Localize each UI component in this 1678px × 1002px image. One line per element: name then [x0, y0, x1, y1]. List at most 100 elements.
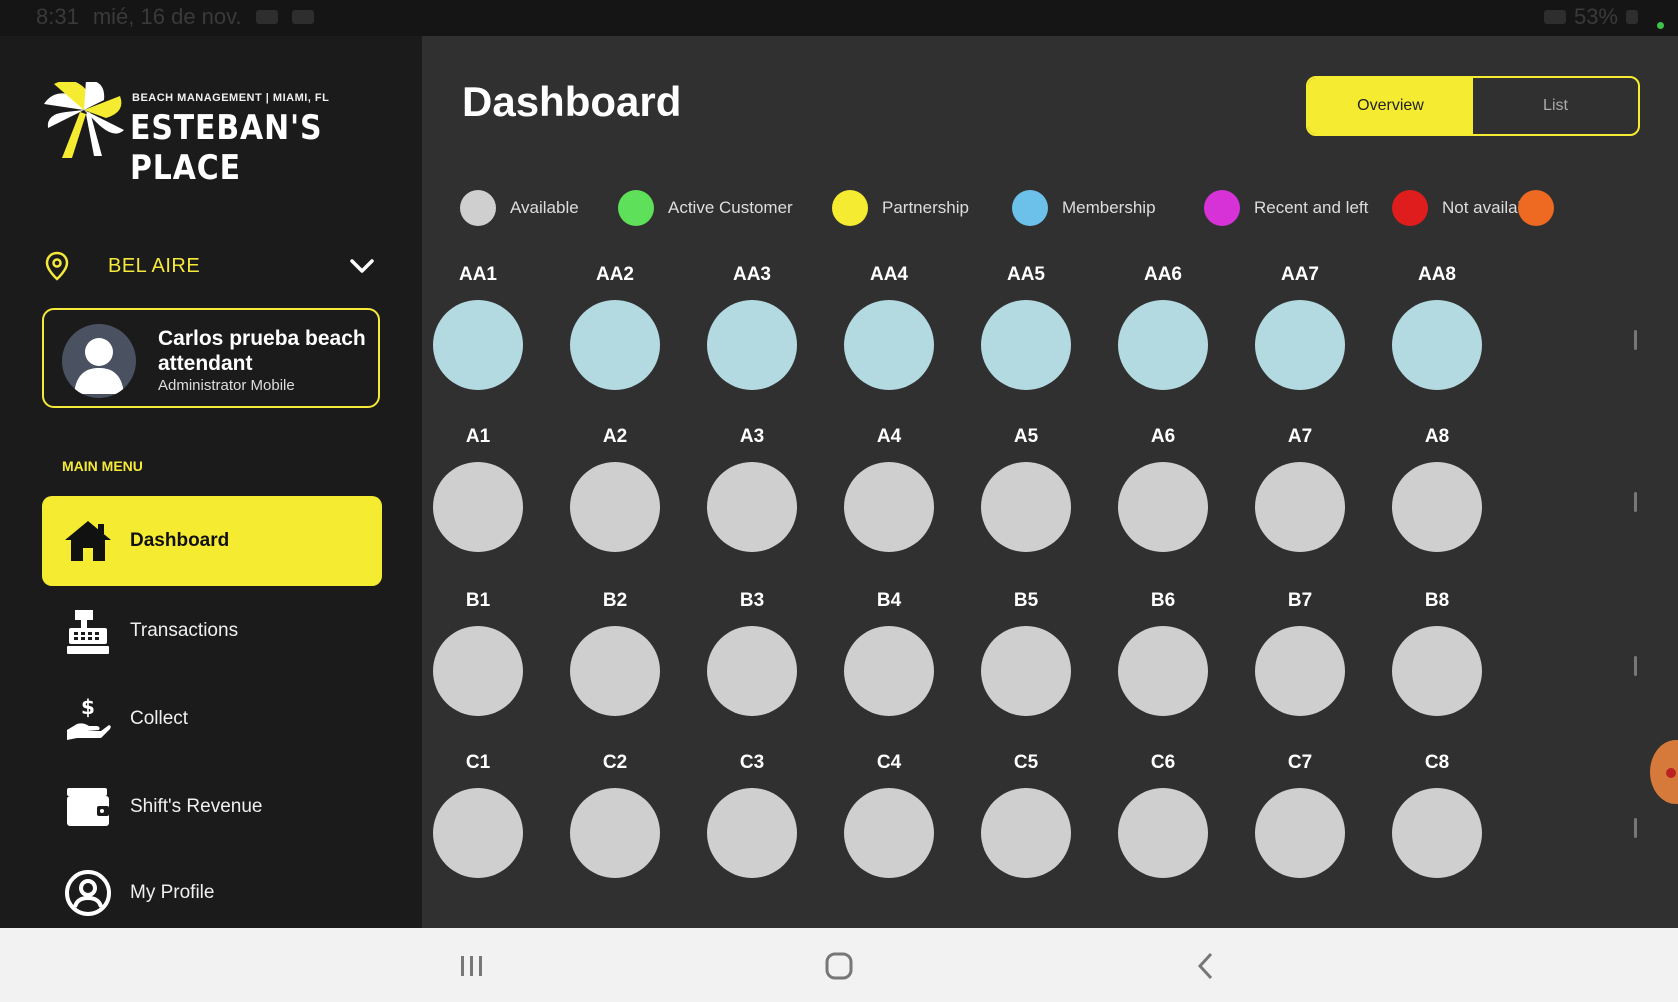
- menu-item-transactions[interactable]: Transactions: [42, 586, 382, 676]
- spot-status-circle[interactable]: [844, 462, 934, 552]
- spot-status-circle[interactable]: [1255, 788, 1345, 878]
- video-icon: [255, 10, 278, 24]
- beach-spot[interactable]: AA1: [432, 262, 524, 390]
- legend-color-dot: [832, 190, 868, 226]
- list-tab[interactable]: List: [1473, 78, 1638, 134]
- spot-label: AA7: [1280, 264, 1319, 285]
- beach-spot[interactable]: A7: [1254, 424, 1346, 552]
- spot-row: AA1 AA2 AA3 AA4 AA5 AA6 AA7 AA8: [422, 262, 1678, 412]
- chevron-down-icon[interactable]: [348, 254, 376, 278]
- beach-spot[interactable]: AA8: [1391, 262, 1483, 390]
- spot-status-circle[interactable]: [1392, 788, 1482, 878]
- beach-spot[interactable]: A1: [432, 424, 524, 552]
- spot-status-circle[interactable]: [1118, 626, 1208, 716]
- menu-item-my-profile[interactable]: My Profile: [42, 848, 382, 938]
- spot-status-circle[interactable]: [981, 462, 1071, 552]
- spot-status-circle[interactable]: [1118, 462, 1208, 552]
- spot-status-circle[interactable]: [1118, 788, 1208, 878]
- beach-spot[interactable]: C3: [706, 750, 798, 878]
- spot-status-circle[interactable]: [981, 300, 1071, 390]
- beach-spot[interactable]: A6: [1117, 424, 1209, 552]
- beach-spot[interactable]: AA6: [1117, 262, 1209, 390]
- beach-spot[interactable]: AA7: [1254, 262, 1346, 390]
- user-circle-icon: [60, 865, 116, 921]
- recent-apps-button[interactable]: [442, 946, 502, 986]
- beach-spot[interactable]: A3: [706, 424, 798, 552]
- location-selector[interactable]: BEL AIRE: [44, 246, 384, 286]
- legend-color-dot: [1204, 190, 1240, 226]
- spot-status-circle[interactable]: [707, 300, 797, 390]
- beach-spot[interactable]: A2: [569, 424, 661, 552]
- wallet-icon: [60, 779, 116, 835]
- spot-status-circle[interactable]: [844, 788, 934, 878]
- beach-spot[interactable]: AA3: [706, 262, 798, 390]
- menu-item-shifts-revenue[interactable]: Shift's Revenue: [42, 762, 382, 852]
- spot-label: AA3: [732, 264, 771, 285]
- spot-status-circle[interactable]: [570, 788, 660, 878]
- menu-item-label: Dashboard: [130, 530, 230, 551]
- home-button[interactable]: [809, 946, 869, 986]
- cash-register-icon: [60, 603, 116, 659]
- brand-logo[interactable]: BEACH MANAGEMENT | MIAMI, FL ESTEBAN'S P…: [42, 82, 402, 188]
- beach-spot[interactable]: B2: [569, 588, 661, 716]
- spot-status-circle[interactable]: [570, 300, 660, 390]
- spot-status-circle[interactable]: [433, 626, 523, 716]
- spot-status-circle[interactable]: [1392, 300, 1482, 390]
- menu-item-dashboard[interactable]: Dashboard: [42, 496, 382, 586]
- spot-status-circle[interactable]: [844, 626, 934, 716]
- spot-status-circle[interactable]: [1255, 300, 1345, 390]
- spot-status-circle[interactable]: [433, 788, 523, 878]
- spot-status-circle[interactable]: [433, 300, 523, 390]
- beach-spot[interactable]: C2: [569, 750, 661, 878]
- beach-spot[interactable]: C5: [980, 750, 1072, 878]
- beach-spot[interactable]: A5: [980, 424, 1072, 552]
- menu-item-collect[interactable]: $ Collect: [42, 674, 382, 764]
- spot-label: C7: [1287, 752, 1313, 773]
- location-pin-icon: [45, 251, 69, 281]
- beach-spot[interactable]: B5: [980, 588, 1072, 716]
- beach-spot[interactable]: B8: [1391, 588, 1483, 716]
- beach-spot[interactable]: C4: [843, 750, 935, 878]
- beach-spot[interactable]: C6: [1117, 750, 1209, 878]
- beach-spot[interactable]: AA4: [843, 262, 935, 390]
- beach-spot[interactable]: AA5: [980, 262, 1072, 390]
- spot-status-circle[interactable]: [707, 462, 797, 552]
- spot-status-circle[interactable]: [1118, 300, 1208, 390]
- spot-status-circle[interactable]: [981, 626, 1071, 716]
- spot-label: B6: [1150, 590, 1176, 611]
- spot-label: A5: [1013, 426, 1039, 447]
- spot-status-circle[interactable]: [844, 300, 934, 390]
- battery-icon: [1626, 10, 1638, 24]
- beach-spot[interactable]: C8: [1391, 750, 1483, 878]
- spot-status-circle[interactable]: [433, 462, 523, 552]
- back-button[interactable]: [1176, 946, 1236, 986]
- beach-spot[interactable]: B4: [843, 588, 935, 716]
- spot-status-circle[interactable]: [707, 626, 797, 716]
- view-toggle: Overview List: [1306, 76, 1640, 136]
- beach-spot[interactable]: B1: [432, 588, 524, 716]
- spot-status-circle[interactable]: [570, 626, 660, 716]
- menu-item-label: Collect: [130, 708, 189, 729]
- beach-spot[interactable]: C7: [1254, 750, 1346, 878]
- beach-spot[interactable]: C1: [432, 750, 524, 878]
- beach-spot[interactable]: B6: [1117, 588, 1209, 716]
- beach-spot[interactable]: A8: [1391, 424, 1483, 552]
- beach-spot[interactable]: B7: [1254, 588, 1346, 716]
- spot-status-circle[interactable]: [1255, 462, 1345, 552]
- beach-spot[interactable]: B3: [706, 588, 798, 716]
- spot-status-circle[interactable]: [1392, 462, 1482, 552]
- spot-status-circle[interactable]: [1392, 626, 1482, 716]
- beach-spot[interactable]: AA2: [569, 262, 661, 390]
- spot-status-circle[interactable]: [1255, 626, 1345, 716]
- spot-label: C4: [876, 752, 902, 773]
- overview-tab[interactable]: Overview: [1308, 78, 1473, 134]
- spot-status-circle[interactable]: [570, 462, 660, 552]
- spot-status-circle[interactable]: [707, 788, 797, 878]
- spot-label: C2: [602, 752, 628, 773]
- user-profile-card[interactable]: Carlos prueba beach attendant Administra…: [42, 308, 380, 408]
- spot-label: A7: [1287, 426, 1313, 447]
- svg-text:$: $: [81, 695, 95, 719]
- spot-label: AA2: [595, 264, 634, 285]
- beach-spot[interactable]: A4: [843, 424, 935, 552]
- spot-status-circle[interactable]: [981, 788, 1071, 878]
